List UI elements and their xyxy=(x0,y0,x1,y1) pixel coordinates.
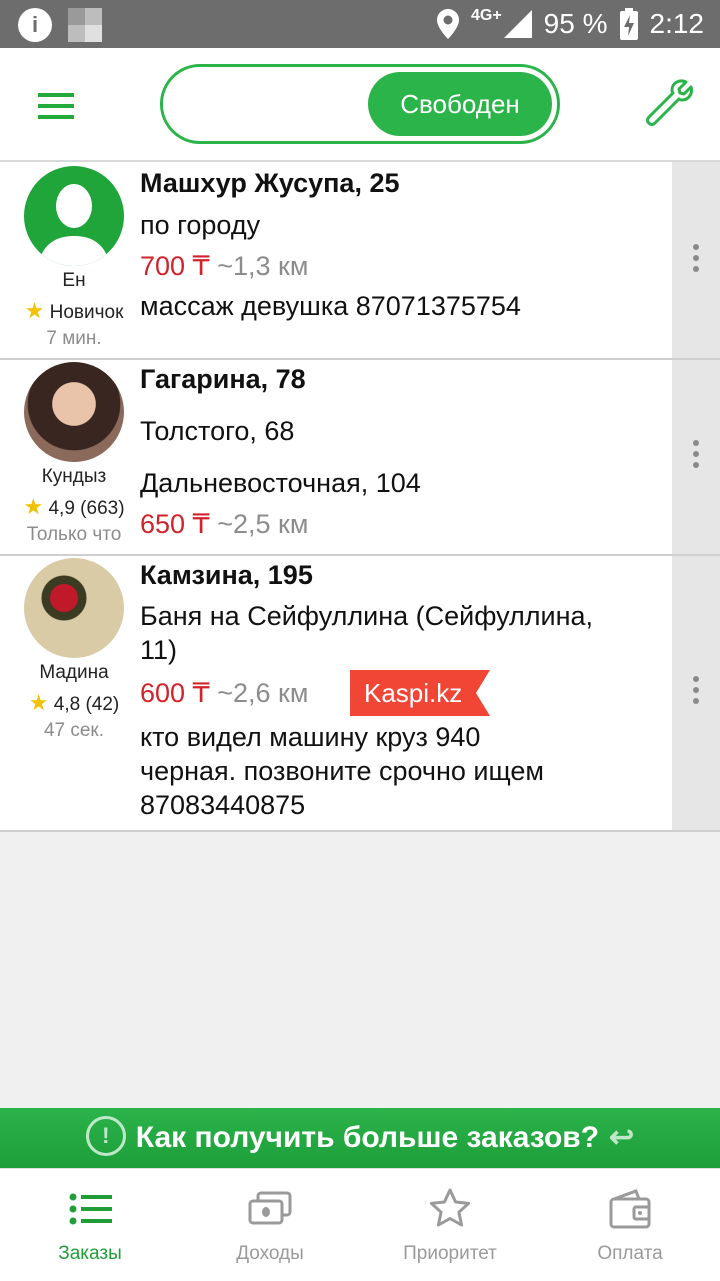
distance: ~1,3 км xyxy=(217,251,309,281)
status-bar: i 4G+ 95 % 2:12 xyxy=(0,0,720,48)
star-icon: ★ xyxy=(28,690,49,715)
passenger-rating: ★ 4,9 (663) xyxy=(23,494,125,519)
order-time: 7 мин. xyxy=(46,328,102,349)
star-icon: ★ xyxy=(23,494,44,519)
order-time: Только что xyxy=(26,524,122,545)
price: 700 ₸ xyxy=(140,251,210,281)
nav-label: Оплата xyxy=(597,1243,663,1264)
order-menu-area[interactable] xyxy=(672,360,720,554)
pickup-address: Машхур Жусупа, 25 xyxy=(140,168,400,198)
price: 650 ₸ xyxy=(140,509,210,539)
order-card[interactable]: Ен ★ Новичок 7 мин. Машхур Жусупа, 25 по… xyxy=(0,162,720,360)
order-menu-area[interactable] xyxy=(672,556,720,830)
nav-payment[interactable]: Оплата xyxy=(540,1169,720,1281)
price: 600 ₸ xyxy=(140,678,210,708)
destination: по городу xyxy=(140,210,261,240)
passenger-name: Ен xyxy=(62,270,86,291)
order-comment: кто видел машину круз 940 черная. позвони… xyxy=(140,722,544,820)
promo-banner[interactable]: ! Как получить больше заказов? ↩ xyxy=(0,1108,720,1168)
network-type: 4G+ xyxy=(470,7,502,24)
price-distance: 700 ₸ ~1,3 км xyxy=(140,249,308,283)
avatar xyxy=(24,558,124,658)
passenger-rating: ★ 4,8 (42) xyxy=(28,690,120,715)
order-time: 47 сек. xyxy=(43,720,105,741)
passenger-name: Кундыз xyxy=(41,466,107,487)
app-header: Свободен xyxy=(0,48,720,162)
order-card[interactable]: Кундыз ★ 4,9 (663) Только что Гагарина, … xyxy=(0,360,720,556)
nav-income[interactable]: Доходы xyxy=(180,1169,360,1281)
destination: Дальневосточная, 104 xyxy=(140,468,421,498)
wallet-icon xyxy=(609,1189,651,1229)
battery-charging-icon xyxy=(619,8,638,40)
order-menu-area[interactable] xyxy=(672,162,720,358)
passenger-rating: ★ Новичок xyxy=(24,298,124,323)
bottom-navigation: Заказы Доходы Приоритет Оплата xyxy=(0,1168,720,1281)
app-notification-icon: i xyxy=(18,8,52,42)
info-icon: ! xyxy=(85,1116,126,1157)
star-icon: ★ xyxy=(24,298,45,323)
clock: 2:12 xyxy=(649,8,705,39)
gallery-notification-icon xyxy=(68,8,102,42)
list-icon xyxy=(69,1193,112,1225)
avatar xyxy=(24,362,124,462)
nav-label: Заказы xyxy=(58,1243,122,1264)
nav-priority[interactable]: Приоритет xyxy=(360,1169,540,1281)
order-card[interactable]: Мадина ★ 4,8 (42) 47 сек. Камзина, 195 Б… xyxy=(0,556,720,832)
destination: Баня на Сейфуллина (Сейфуллина, 11) xyxy=(140,601,594,665)
money-icon xyxy=(248,1191,292,1225)
nav-orders[interactable]: Заказы xyxy=(0,1169,180,1281)
order-comment: массаж девушка 87071375754 xyxy=(140,291,521,321)
status-toggle[interactable]: Свободен xyxy=(160,64,560,144)
distance: ~2,5 км xyxy=(217,509,309,539)
status-free-button[interactable]: Свободен xyxy=(368,72,552,136)
avatar-placeholder xyxy=(24,166,124,266)
location-icon xyxy=(436,9,459,39)
distance: ~2,6 км xyxy=(217,678,309,708)
pickup-address: Гагарина, 78 xyxy=(140,364,306,394)
price-distance: 650 ₸ ~2,5 км xyxy=(140,507,308,541)
star-icon xyxy=(429,1188,471,1227)
promo-text: Как получить больше заказов? xyxy=(135,1121,600,1154)
payment-badge: Kaspi.kz xyxy=(350,670,490,716)
nav-label: Доходы xyxy=(236,1243,304,1264)
more-options-icon[interactable] xyxy=(693,244,699,277)
passenger-name: Мадина xyxy=(39,662,109,683)
more-options-icon[interactable] xyxy=(693,676,699,709)
signal-icon xyxy=(503,10,532,38)
price-distance: 600 ₸ ~2,6 км xyxy=(140,676,308,710)
intermediate-stop: Толстого, 68 xyxy=(140,416,295,446)
more-options-icon[interactable] xyxy=(693,440,699,473)
arrow-icon: ↩ xyxy=(609,1121,635,1154)
menu-icon[interactable] xyxy=(38,93,74,119)
pickup-address: Камзина, 195 xyxy=(140,560,313,590)
wrench-icon[interactable] xyxy=(646,78,694,126)
nav-label: Приоритет xyxy=(403,1243,497,1264)
battery-percent: 95 % xyxy=(543,8,608,39)
